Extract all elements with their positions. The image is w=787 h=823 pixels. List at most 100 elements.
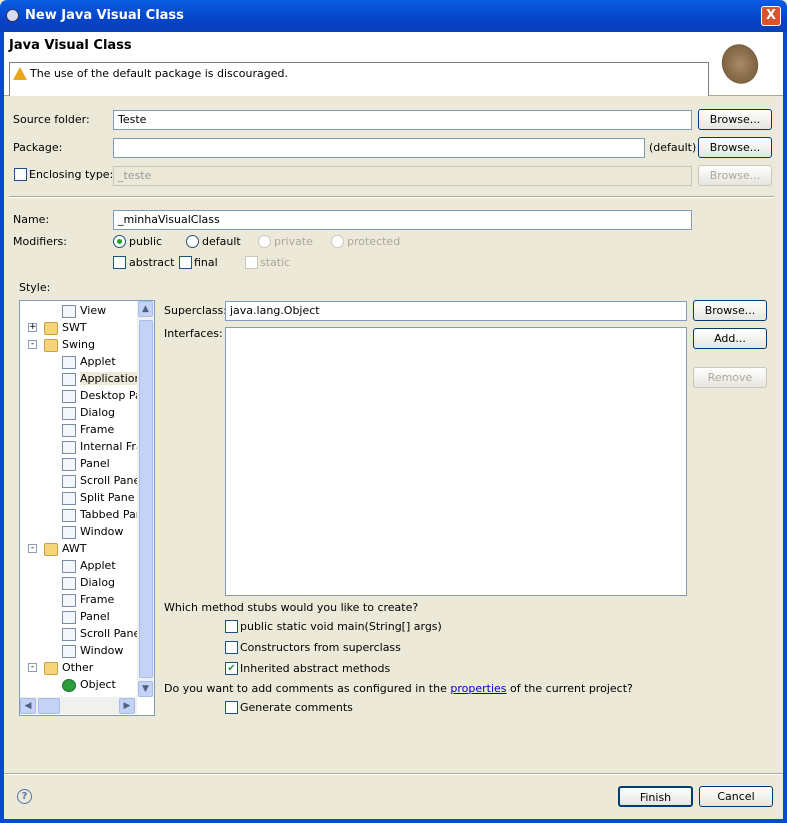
tree-node[interactable]: Other	[44, 659, 93, 676]
help-button[interactable]: ?	[17, 789, 32, 804]
tree-node[interactable]: SWT	[44, 319, 87, 336]
tree-node[interactable]: Desktop Pa	[62, 387, 142, 404]
tree-node[interactable]: Window	[62, 523, 123, 540]
public-radio[interactable]	[113, 235, 126, 248]
browse-enclosing-button[interactable]: Browse...	[698, 165, 772, 186]
enclosing-type-checkbox[interactable]	[14, 168, 27, 181]
interfaces-label: Interfaces:	[164, 327, 223, 340]
internal-icon	[62, 440, 76, 454]
interfaces-list[interactable]	[225, 327, 687, 596]
tree-node-label: Split Pane	[80, 491, 135, 504]
abstract-checkbox[interactable]	[113, 256, 126, 269]
tree-node[interactable]: Application	[62, 370, 142, 387]
tree-node[interactable]: Dialog	[62, 574, 115, 591]
eclipse-icon	[6, 9, 19, 22]
tree-node[interactable]: Frame	[62, 591, 114, 608]
warning-icon	[13, 67, 27, 80]
tree-node-label: Window	[80, 525, 124, 538]
dialog-icon	[62, 406, 76, 420]
default-radio[interactable]	[186, 235, 199, 248]
view-icon	[62, 304, 76, 318]
tree-node[interactable]: Scroll Pane	[62, 625, 140, 642]
tree-scroll-thumb[interactable]	[139, 320, 153, 678]
window-icon	[62, 525, 76, 539]
generate-comments-checkbox[interactable]	[225, 701, 238, 714]
tree-node[interactable]: Tabbed Par	[62, 506, 140, 523]
tree-node-label: Panel	[80, 457, 110, 470]
tree-node[interactable]: Dialog	[62, 404, 115, 421]
close-button[interactable]: X	[761, 6, 781, 26]
horizontal-scroll-thumb[interactable]	[38, 698, 60, 714]
tree-node-label: Internal Fra	[80, 440, 143, 453]
name-input[interactable]: _minhaVisualClass	[113, 210, 692, 230]
style-tree[interactable]: View SWT + Swing - Applet Application Desktop P…	[19, 300, 155, 716]
tree-node[interactable]: Applet	[62, 353, 116, 370]
superclass-input[interactable]: java.lang.Object	[225, 301, 687, 321]
inherited-methods-checkbox[interactable]: ✔	[225, 662, 238, 675]
public-label: public	[129, 235, 163, 248]
comments-question-text-end: of the current project?	[506, 682, 633, 695]
tree-node[interactable]: Panel	[62, 455, 110, 472]
tree-node-label: Window	[80, 644, 124, 657]
applet-icon	[62, 355, 76, 369]
split-icon	[62, 491, 76, 505]
remove-interface-button[interactable]: Remove	[693, 367, 767, 388]
scroll-right-arrow[interactable]: ▶	[119, 698, 135, 714]
tree-node-label: SWT	[62, 321, 87, 334]
browse-superclass-button[interactable]: Browse...	[693, 300, 767, 321]
source-folder-input[interactable]: Teste	[113, 110, 692, 130]
window-frame-bottom	[0, 819, 787, 823]
scroll-down-arrow[interactable]: ▼	[138, 681, 153, 697]
package-default-label: (default)	[649, 141, 697, 154]
private-radio[interactable]	[258, 235, 271, 248]
constructors-checkbox[interactable]	[225, 641, 238, 654]
tree-node[interactable]: Split Pane	[62, 489, 135, 506]
tree-node-label: Application	[80, 372, 142, 385]
tree-node[interactable]: AWT	[44, 540, 87, 557]
static-checkbox[interactable]	[245, 256, 258, 269]
tree-node[interactable]: Applet	[62, 557, 116, 574]
main-stub-checkbox[interactable]	[225, 620, 238, 633]
package-input[interactable]	[113, 138, 645, 158]
tree-node[interactable]: Scroll Pane	[62, 472, 140, 489]
finish-button[interactable]: Finish	[618, 786, 693, 807]
tree-node-label: Tabbed Par	[80, 508, 141, 521]
collapse-icon[interactable]: -	[28, 340, 37, 349]
tree-node[interactable]: Object	[62, 676, 116, 693]
private-label: private	[274, 235, 313, 248]
constructors-label: Constructors from superclass	[240, 641, 401, 654]
scroll-up-arrow[interactable]: ▲	[138, 301, 153, 317]
protected-radio[interactable]	[331, 235, 344, 248]
tree-node-label: Desktop Pa	[80, 389, 142, 402]
collapse-icon[interactable]: -	[28, 544, 37, 553]
scroll-left-arrow[interactable]: ◀	[20, 698, 36, 714]
comments-question-text: Do you want to add comments as configure…	[164, 682, 451, 695]
main-stub-label: public static void main(String[] args)	[240, 620, 442, 633]
tree-node-label: Object	[80, 678, 116, 691]
cancel-button[interactable]: Cancel	[699, 786, 773, 807]
tree-node[interactable]: View	[62, 302, 106, 319]
add-interface-button[interactable]: Add...	[693, 328, 767, 349]
inherited-methods-label: Inherited abstract methods	[240, 662, 391, 675]
collapse-icon[interactable]: -	[28, 663, 37, 672]
tree-node[interactable]: Window	[62, 642, 123, 659]
tree-node-label: View	[80, 304, 107, 317]
tree-node[interactable]: Swing	[44, 336, 95, 353]
tree-node[interactable]: Frame	[62, 421, 114, 438]
folder-icon	[44, 542, 58, 556]
tree-node[interactable]: Internal Fra	[62, 438, 143, 455]
package-label: Package:	[13, 141, 63, 154]
desktop-icon	[62, 389, 76, 403]
tree-node-label: Other	[62, 661, 94, 674]
tree-node[interactable]: Panel	[62, 608, 110, 625]
final-checkbox[interactable]	[179, 256, 192, 269]
static-label: static	[260, 256, 291, 269]
obj-icon	[62, 678, 76, 692]
tree-node-label: Frame	[80, 423, 115, 436]
expand-icon[interactable]: +	[28, 323, 37, 332]
enclosing-type-input[interactable]: _teste	[113, 166, 692, 186]
frame-icon	[62, 372, 76, 386]
properties-link[interactable]: properties	[450, 682, 506, 695]
browse-package-button[interactable]: Browse...	[698, 137, 772, 158]
browse-source-button[interactable]: Browse...	[698, 109, 772, 130]
